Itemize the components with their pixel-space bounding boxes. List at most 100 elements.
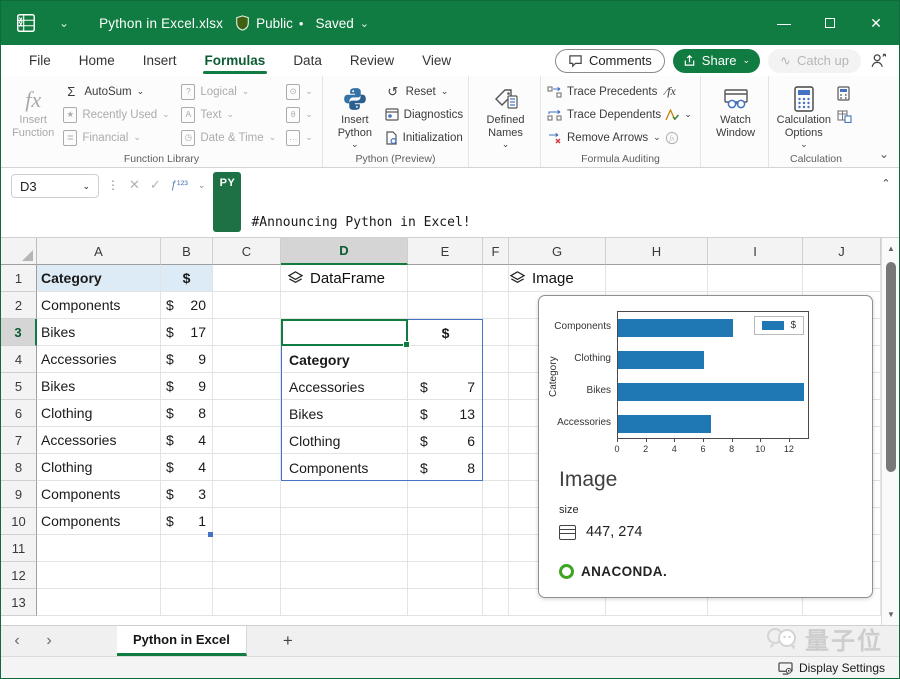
cell-H1[interactable] [606, 265, 708, 292]
cell-A9[interactable]: Components [37, 481, 161, 508]
dataframe-card-chip[interactable]: DataFrame [287, 270, 385, 287]
error-checking-button[interactable]: ⌄ [665, 104, 696, 125]
cell-C9[interactable] [213, 481, 281, 508]
cell-F5[interactable] [483, 373, 509, 400]
row-header-12[interactable]: 12 [1, 562, 37, 589]
cell-A3[interactable]: Bikes [37, 319, 161, 346]
cell-A10[interactable]: Components [37, 508, 161, 535]
reset-button[interactable]: ↺Reset⌄ [385, 81, 464, 102]
cell-C10[interactable] [213, 508, 281, 535]
row-header-7[interactable]: 7 [1, 427, 37, 454]
cell-F7[interactable] [483, 427, 509, 454]
row-header-9[interactable]: 9 [1, 481, 37, 508]
menu-tab-formulas[interactable]: Formulas [193, 48, 278, 73]
cell-E1[interactable] [408, 265, 483, 292]
menu-tab-review[interactable]: Review [338, 48, 406, 73]
dataframe-row[interactable]: Accessories$7 [281, 373, 483, 400]
trace-dependents-button[interactable]: Trace Dependents [547, 104, 661, 125]
cell-B13[interactable] [161, 589, 213, 616]
display-settings-button[interactable]: Display Settings [778, 661, 885, 675]
save-status-chevron-icon[interactable]: ⌄ [360, 17, 369, 30]
cell-F11[interactable] [483, 535, 509, 562]
autosum-button[interactable]: ΣAutoSum⌄ [63, 81, 177, 102]
cell-A8[interactable]: Clothing [37, 454, 161, 481]
calculate-sheet-button[interactable] [837, 106, 859, 127]
formula-bar-dots-icon[interactable]: ⋮ [107, 178, 119, 192]
lookup-reference-button[interactable]: ⊙⌄ [286, 81, 318, 102]
add-sheet-button[interactable]: + [283, 631, 293, 651]
more-functions-button[interactable]: …⌄ [286, 127, 318, 148]
collapse-formula-bar-icon[interactable]: ⌃ [873, 177, 899, 190]
column-header-A[interactable]: A [37, 238, 161, 265]
cell-B3[interactable]: $17 [161, 319, 213, 346]
financial-button[interactable]: ≣Financial⌄ [63, 127, 177, 148]
cell-B5[interactable]: $9 [161, 373, 213, 400]
row-header-8[interactable]: 8 [1, 454, 37, 481]
cell-F10[interactable] [483, 508, 509, 535]
row-header-2[interactable]: 2 [1, 292, 37, 319]
diagnostics-button[interactable]: Diagnostics [385, 104, 464, 125]
comments-button[interactable]: Comments [555, 49, 665, 73]
calculate-now-button[interactable] [837, 83, 859, 104]
row-header-10[interactable]: 10 [1, 508, 37, 535]
row-header-6[interactable]: 6 [1, 400, 37, 427]
cell-C5[interactable] [213, 373, 281, 400]
cell-C1[interactable] [213, 265, 281, 292]
sensitivity-label[interactable]: Public [256, 16, 293, 31]
trace-precedents-button[interactable]: Trace Precedents [547, 81, 661, 102]
row-header-13[interactable]: 13 [1, 589, 37, 616]
cell-F3[interactable] [483, 319, 509, 346]
cell-C12[interactable] [213, 562, 281, 589]
text-button[interactable]: AText⌄ [181, 104, 282, 125]
cell-J1[interactable] [803, 265, 881, 292]
column-header-B[interactable]: B [161, 238, 213, 265]
evaluate-formula-button[interactable]: fx [665, 127, 696, 148]
cell-F1[interactable] [483, 265, 509, 292]
show-formulas-button[interactable]: ⁄fx [665, 81, 696, 102]
cell-E2[interactable] [408, 292, 483, 319]
recently-used-button[interactable]: ★Recently Used⌄ [63, 104, 177, 125]
column-header-C[interactable]: C [213, 238, 281, 265]
cell-D13[interactable] [281, 589, 408, 616]
cell-B9[interactable]: $3 [161, 481, 213, 508]
cell-C13[interactable] [213, 589, 281, 616]
cell-B4[interactable]: $9 [161, 346, 213, 373]
row-header-4[interactable]: 4 [1, 346, 37, 373]
scroll-down-arrow[interactable]: ▼ [882, 610, 900, 619]
cell-C6[interactable] [213, 400, 281, 427]
menu-tab-data[interactable]: Data [281, 48, 334, 73]
cell-B11[interactable] [161, 535, 213, 562]
column-header-J[interactable]: J [803, 238, 881, 265]
dataframe-row[interactable]: Category [281, 346, 483, 373]
cell-F8[interactable] [483, 454, 509, 481]
cell-C8[interactable] [213, 454, 281, 481]
cell-D10[interactable] [281, 508, 408, 535]
cell-B1[interactable]: $ [161, 265, 213, 292]
logical-button[interactable]: ?Logical⌄ [181, 81, 282, 102]
cell-E13[interactable] [408, 589, 483, 616]
sheet-tab[interactable]: Python in Excel [117, 626, 247, 656]
calculation-options-button[interactable]: Calculation Options⌄ [775, 81, 833, 149]
cell-B8[interactable]: $4 [161, 454, 213, 481]
cell-F2[interactable] [483, 292, 509, 319]
cell-A7[interactable]: Accessories [37, 427, 161, 454]
cell-D11[interactable] [281, 535, 408, 562]
row-header-11[interactable]: 11 [1, 535, 37, 562]
scroll-up-arrow[interactable]: ▲ [882, 244, 900, 253]
minimize-button[interactable]: — [761, 1, 807, 45]
fill-handle[interactable] [403, 341, 410, 348]
dataframe-row[interactable]: Clothing$6 [281, 427, 483, 454]
column-header-G[interactable]: G [509, 238, 606, 265]
cell-C3[interactable] [213, 319, 281, 346]
cell-A2[interactable]: Components [37, 292, 161, 319]
dataframe-row[interactable]: Components$8 [281, 454, 483, 481]
cell-C11[interactable] [213, 535, 281, 562]
cell-F6[interactable] [483, 400, 509, 427]
initialization-button[interactable]: Initialization [385, 127, 464, 148]
cell-F9[interactable] [483, 481, 509, 508]
cell-C4[interactable] [213, 346, 281, 373]
cell-A5[interactable]: Bikes [37, 373, 161, 400]
select-all-corner[interactable] [1, 238, 37, 265]
cell-A6[interactable]: Clothing [37, 400, 161, 427]
row-header-3[interactable]: 3 [1, 319, 37, 346]
